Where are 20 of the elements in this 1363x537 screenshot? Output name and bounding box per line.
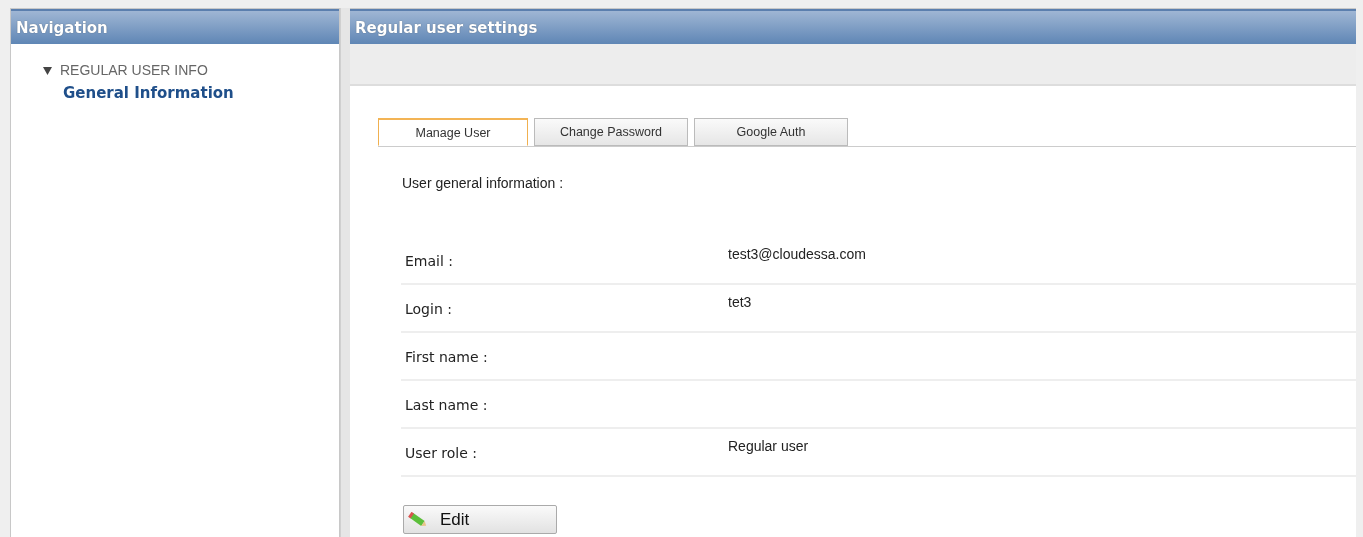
field-label: Last name :: [404, 396, 489, 415]
pencil-icon: [408, 511, 428, 528]
field-label: Login :: [404, 300, 453, 319]
section-title: User general information :: [401, 174, 565, 193]
edit-button[interactable]: Edit: [403, 505, 557, 534]
field-value: tet3: [728, 293, 752, 312]
splitter[interactable]: [340, 8, 350, 537]
tab[interactable]: Google Auth: [694, 118, 848, 146]
panel-title: Navigation: [16, 18, 108, 37]
group-label: REGULAR USER INFO: [60, 62, 208, 78]
field-label: User role :: [404, 444, 479, 463]
field-label: First name :: [404, 348, 489, 367]
tree-group[interactable]: REGULAR USER INFO: [43, 62, 339, 78]
panel-title: Regular user settings: [355, 18, 538, 37]
field-value: test3@cloudessa.com: [728, 245, 866, 264]
nav-link[interactable]: General Information: [63, 84, 339, 102]
field-label: Email :: [404, 252, 454, 271]
tab[interactable]: Change Password: [534, 118, 688, 146]
tab[interactable]: Manage User: [378, 118, 528, 146]
field-value: Regular user: [728, 437, 809, 456]
